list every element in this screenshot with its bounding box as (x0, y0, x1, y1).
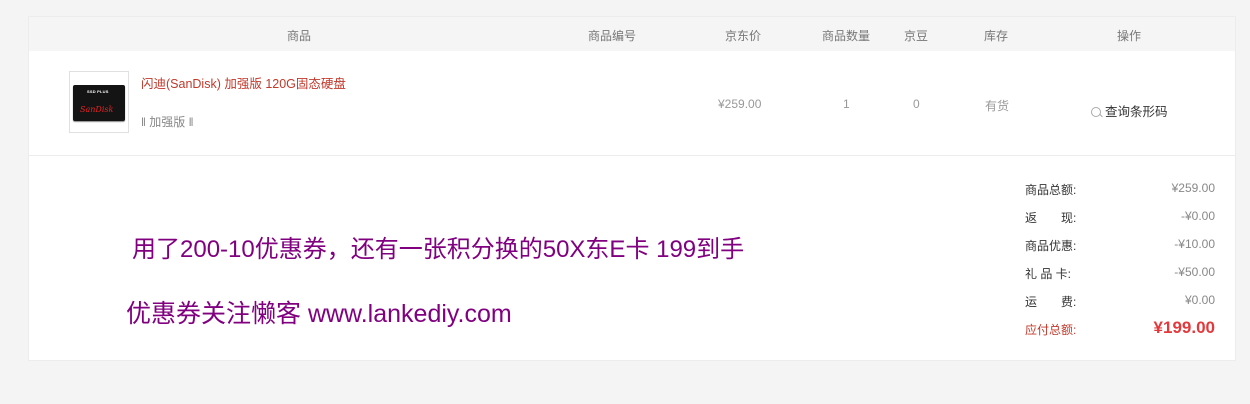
cashback-value: -¥0.00 (1180, 209, 1215, 223)
product-stock-status: 有货 (985, 99, 1010, 113)
giftcard-value: -¥50.00 (1174, 265, 1215, 279)
amount-due-value: ¥199.00 (1153, 318, 1215, 337)
order-panel: 商品 商品编号 京东价 商品数量 京豆 库存 操作 SSD PLUS SanDi… (28, 16, 1236, 361)
discount-label: 商品优惠: (1025, 239, 1077, 253)
product-jingdou: 0 (913, 97, 920, 111)
search-icon (1091, 107, 1101, 117)
ssd-label: SSD PLUS (87, 89, 109, 94)
shipping-label: 运 费: (1025, 295, 1077, 309)
product-quantity: 1 (843, 97, 850, 111)
query-barcode-label: 查询条形码 (1105, 105, 1168, 119)
table-header: 商品 商品编号 京东价 商品数量 京豆 库存 操作 (29, 17, 1235, 51)
product-title-link[interactable]: 闪迪(SanDisk) 加强版 120G固态硬盘 (141, 73, 346, 92)
giftcard-label: 礼 品 卡: (1025, 267, 1072, 281)
product-attribute: ‖ 加强版 ‖ (141, 115, 194, 129)
discount-value: -¥10.00 (1174, 237, 1215, 251)
header-quantity: 商品数量 (822, 29, 871, 43)
ssd-brand-logo: SanDisk (80, 105, 114, 114)
query-barcode-link[interactable]: 查询条形码 (1091, 101, 1168, 120)
header-sku: 商品编号 (588, 29, 637, 43)
header-stock: 库存 (984, 29, 1009, 43)
goods-total-value: ¥259.00 (1171, 181, 1215, 195)
table-row: SSD PLUS SanDisk 闪迪(SanDisk) 加强版 120G固态硬… (29, 51, 1235, 156)
promo-note-line-1: 用了200-10优惠券，还有一张积分换的50X东E卡 199到手 (132, 236, 745, 263)
header-jingdou: 京豆 (904, 29, 929, 43)
goods-total-label: 商品总额: (1025, 183, 1077, 197)
amount-due-label: 应付总额: (1025, 323, 1077, 337)
promo-note-line-2: 优惠券关注懒客 www.lankediy.com (126, 300, 512, 328)
ssd-image: SSD PLUS SanDisk (73, 85, 125, 121)
header-product: 商品 (287, 29, 312, 43)
shipping-value: ¥0.00 (1184, 293, 1215, 307)
product-price: ¥259.00 (718, 97, 762, 111)
cashback-label: 返 现: (1025, 211, 1077, 225)
header-action: 操作 (1117, 29, 1142, 43)
header-jd-price: 京东价 (725, 29, 762, 43)
product-thumbnail[interactable]: SSD PLUS SanDisk (69, 71, 129, 133)
